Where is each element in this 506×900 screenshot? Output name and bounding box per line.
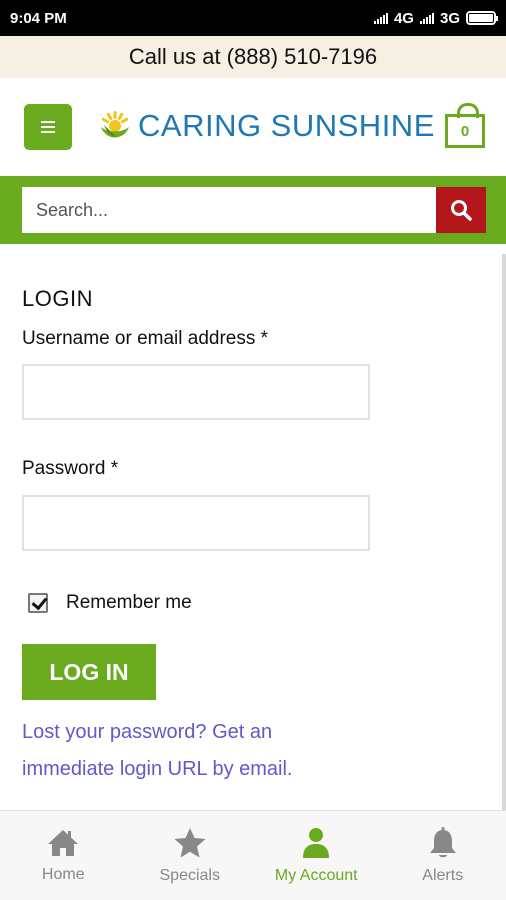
nav-home-label: Home [41,865,85,883]
hamburger-icon [41,121,55,133]
call-us-bar[interactable]: Call us at (888) 510-7196 [0,36,506,78]
nav-alerts-label: Alerts [422,866,464,884]
menu-button[interactable] [24,104,72,150]
nav-alerts[interactable]: Alerts [380,811,506,900]
remember-me[interactable]: Remember me [28,592,192,614]
network-type-1: 4G [393,9,414,27]
username-field[interactable] [22,364,370,420]
nav-my-account[interactable]: My Account [253,811,380,900]
remember-me-checkbox[interactable] [28,593,48,613]
logo-text: CARING SUNSHINE [138,108,435,143]
site-header: CARING SUNSHINE 0 [0,78,506,176]
login-button[interactable]: LOG IN [22,644,156,700]
star-icon [174,827,206,857]
nav-specials-label: Specials [159,866,220,884]
status-indicators: 4G 3G [373,9,498,27]
site-logo[interactable]: CARING SUNSHINE [98,106,435,146]
user-icon [303,827,330,858]
username-label: Username or email address * [22,328,269,349]
status-bar: 9:04 PM 4G 3G [0,0,506,36]
password-field[interactable] [22,495,370,551]
status-time: 9:04 PM [10,9,67,27]
nav-specials[interactable]: Specials [127,811,254,900]
network-type-2: 3G [439,9,460,27]
home-icon [48,829,79,856]
search-bar [0,176,506,244]
login-title: LOGIN [22,286,93,311]
password-label: Password * [22,458,119,479]
bottom-nav: Home Specials My Account Alerts [0,810,506,900]
search-icon [451,200,472,221]
cart-count: 0 [460,122,470,140]
sunshine-leaf-icon [101,111,129,138]
signal-icon [419,12,434,24]
bell-icon [429,826,456,857]
lost-password-link[interactable]: Lost your password? Get an immediate log… [22,714,352,788]
battery-icon [466,11,498,25]
search-input[interactable] [22,187,436,233]
remember-me-label[interactable]: Remember me [66,592,192,614]
nav-home[interactable]: Home [0,811,127,900]
nav-my-account-label: My Account [274,866,358,884]
search-button[interactable] [436,187,486,233]
scrollbar[interactable] [502,254,506,900]
login-section: LOGIN Username or email address * Passwo… [0,244,506,900]
call-us-text[interactable]: Call us at (888) 510-7196 [129,44,377,70]
signal-icon [373,12,388,24]
cart-button[interactable]: 0 [445,103,485,148]
